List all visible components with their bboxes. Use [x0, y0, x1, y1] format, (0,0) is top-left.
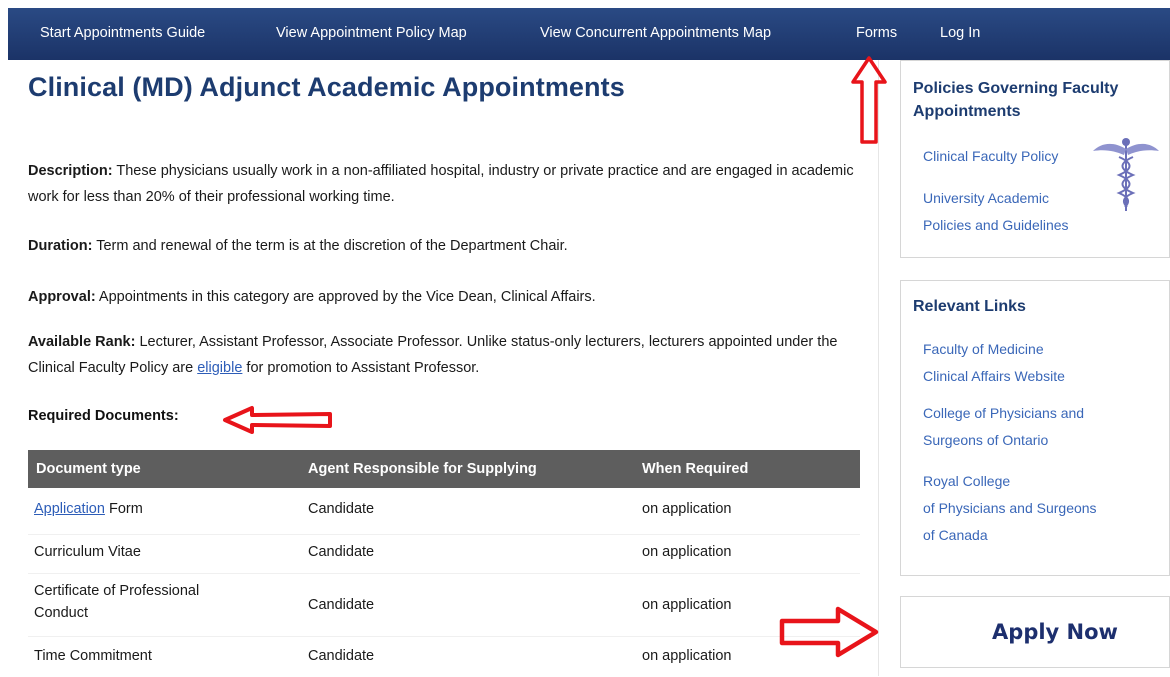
faculty-medicine-link[interactable]: Faculty of Medicine Clinical Affairs Web… — [923, 336, 1065, 390]
eligible-link[interactable]: eligible — [197, 360, 242, 376]
cell-agent: Candidate — [308, 501, 375, 517]
cell-agent: Candidate — [308, 648, 375, 664]
apply-now-button[interactable]: Apply Now — [960, 620, 1150, 644]
cpso-line2: Surgeons of Ontario — [923, 432, 1049, 448]
duration-paragraph: Duration: Term and renewal of the term i… — [28, 233, 868, 259]
cell-document: Time Commitment — [34, 648, 152, 664]
royal-college-link[interactable]: Royal College of Physicians and Surgeons… — [923, 468, 1097, 549]
relevant-links-heading: Relevant Links — [913, 298, 1026, 315]
description-text: These physicians usually work in a non-a… — [28, 163, 854, 205]
rank-label: Available Rank: — [28, 334, 136, 350]
cell-when: on application — [642, 544, 732, 560]
faculty-medicine-line2: Clinical Affairs Website — [923, 368, 1065, 384]
description-paragraph: Description: These physicians usually wo… — [28, 158, 868, 210]
clinical-faculty-policy-link[interactable]: Clinical Faculty Policy — [923, 145, 1058, 167]
cell-document-line2: Conduct — [34, 605, 89, 621]
rank-text-after: for promotion to Assistant Professor. — [242, 360, 480, 376]
cell-agent: Candidate — [308, 544, 375, 560]
policies-panel: Policies Governing Faculty Appointments … — [900, 60, 1170, 258]
university-policies-link[interactable]: University Academic Policies and Guideli… — [923, 185, 1069, 239]
nav-policy-map[interactable]: View Appointment Policy Map — [276, 25, 467, 41]
up-arrow-annotation — [851, 56, 887, 144]
cell-when: on application — [642, 648, 732, 664]
rank-paragraph: Available Rank: Lecturer, Assistant Prof… — [28, 329, 868, 381]
approval-label: Approval: — [28, 289, 96, 305]
caduceus-icon — [1093, 138, 1159, 211]
royal-college-line1: Royal College — [923, 473, 1011, 489]
description-label: Description: — [28, 163, 113, 179]
policies-heading: Policies Governing Faculty Appointments — [913, 77, 1118, 123]
duration-text: Term and renewal of the term is at the d… — [92, 238, 568, 254]
table-row: Time Commitment Candidate on application — [28, 637, 860, 677]
header-document-type: Document type — [36, 461, 141, 477]
column-divider — [878, 60, 879, 676]
policies-heading-line1: Policies Governing Faculty — [913, 80, 1119, 97]
required-documents-heading: Required Documents: — [28, 408, 179, 424]
table-row: Application Form Candidate on applicatio… — [28, 488, 860, 535]
header-when-required: When Required — [642, 461, 749, 477]
table-row: Curriculum Vitae Candidate on applicatio… — [28, 535, 860, 574]
cell-when: on application — [642, 597, 732, 613]
cell-document-rest: Form — [104, 501, 143, 517]
top-nav: Start Appointments Guide View Appointmen… — [8, 8, 1170, 60]
university-policies-line1: University Academic — [923, 190, 1050, 206]
cell-document-line1: Certificate of Professional — [34, 583, 200, 599]
table-header: Document type Agent Responsible for Supp… — [28, 450, 860, 488]
cell-document: Application Form — [34, 498, 143, 520]
table-row: Certificate of Professional Conduct Cand… — [28, 574, 860, 637]
approval-paragraph: Approval: Appointments in this category … — [28, 284, 868, 310]
royal-college-line3: of Canada — [923, 527, 988, 543]
nav-login[interactable]: Log In — [940, 25, 980, 41]
royal-college-line2: of Physicians and Surgeons — [923, 500, 1097, 516]
cell-document: Curriculum Vitae — [34, 544, 141, 560]
cell-when: on application — [642, 501, 732, 517]
page-title: Clinical (MD) Adjunct Academic Appointme… — [28, 72, 625, 102]
nav-concurrent-map[interactable]: View Concurrent Appointments Map — [540, 25, 771, 41]
right-arrow-annotation — [779, 606, 879, 658]
left-arrow-annotation — [223, 406, 332, 434]
faculty-medicine-line1: Faculty of Medicine — [923, 341, 1044, 357]
cpso-link[interactable]: College of Physicians and Surgeons of On… — [923, 400, 1084, 454]
nav-start-guide[interactable]: Start Appointments Guide — [40, 25, 205, 41]
documents-table: Document type Agent Responsible for Supp… — [28, 450, 860, 677]
application-link[interactable]: Application — [34, 501, 105, 517]
cell-agent: Candidate — [308, 597, 375, 613]
university-policies-line2: Policies and Guidelines — [923, 217, 1069, 233]
policies-heading-line2: Appointments — [913, 103, 1021, 120]
cpso-line1: College of Physicians and — [923, 405, 1085, 421]
nav-forms[interactable]: Forms — [856, 25, 897, 41]
relevant-links-panel: Relevant Links Faculty of Medicine Clini… — [900, 280, 1170, 576]
header-agent: Agent Responsible for Supplying — [308, 461, 537, 477]
duration-label: Duration: — [28, 238, 93, 254]
cell-document: Certificate of Professional Conduct — [34, 580, 199, 624]
approval-text: Appointments in this category are approv… — [95, 289, 596, 305]
